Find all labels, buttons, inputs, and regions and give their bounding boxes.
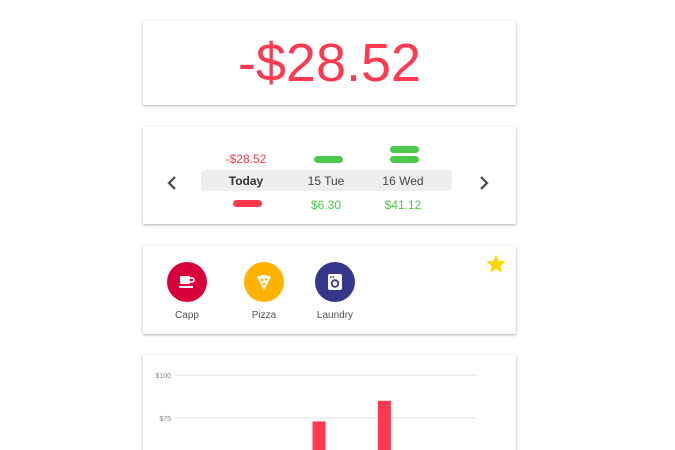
favorite-label: Capp xyxy=(175,310,199,321)
balance-amount: -$28.52 xyxy=(237,33,422,93)
chart-bar[interactable] xyxy=(377,400,391,450)
chevron-right-icon[interactable] xyxy=(475,173,493,193)
day-income-amount: $41.12 xyxy=(384,198,422,212)
spent-indicator xyxy=(233,200,262,207)
day-income-amount: $6.30 xyxy=(310,198,342,212)
day-spent-amount: -$28.52 xyxy=(225,152,267,166)
spending-chart-card: $100 $75 xyxy=(143,355,516,450)
income-indicator xyxy=(390,156,419,163)
day-selector-card: -$28.52 Today 15 Tue $6.30 16 Wed $41.12 xyxy=(143,127,516,224)
favorite-label: Laundry xyxy=(316,310,354,321)
spending-bar-chart: $100 $75 xyxy=(155,373,477,450)
day-16-wed[interactable]: 16 Wed $41.12 xyxy=(363,127,443,224)
chevron-left-icon[interactable] xyxy=(163,173,181,193)
favorite-laundry[interactable]: Laundry xyxy=(305,262,365,321)
star-icon[interactable] xyxy=(485,253,507,275)
chart-bar[interactable] xyxy=(312,421,326,450)
income-indicator xyxy=(390,146,419,153)
day-today[interactable]: -$28.52 Today xyxy=(206,127,286,224)
coffee-cup-icon xyxy=(167,262,207,302)
day-label: 15 Tue xyxy=(307,174,345,188)
income-indicator xyxy=(314,156,343,163)
favorite-label: Pizza xyxy=(251,310,277,321)
favorite-capp[interactable]: Capp xyxy=(157,262,217,321)
y-tick-label: $100 xyxy=(155,373,171,380)
y-tick-label: $75 xyxy=(159,416,171,423)
favorite-pizza[interactable]: Pizza xyxy=(234,262,294,321)
day-15-tue[interactable]: 15 Tue $6.30 xyxy=(286,127,366,224)
day-label: 16 Wed xyxy=(382,174,424,188)
washing-machine-icon xyxy=(315,262,355,302)
day-label: Today xyxy=(228,174,264,188)
balance-card: -$28.52 xyxy=(143,21,516,105)
favorites-card: Capp Pizza Laundry xyxy=(143,246,516,334)
pizza-slice-icon xyxy=(244,262,284,302)
